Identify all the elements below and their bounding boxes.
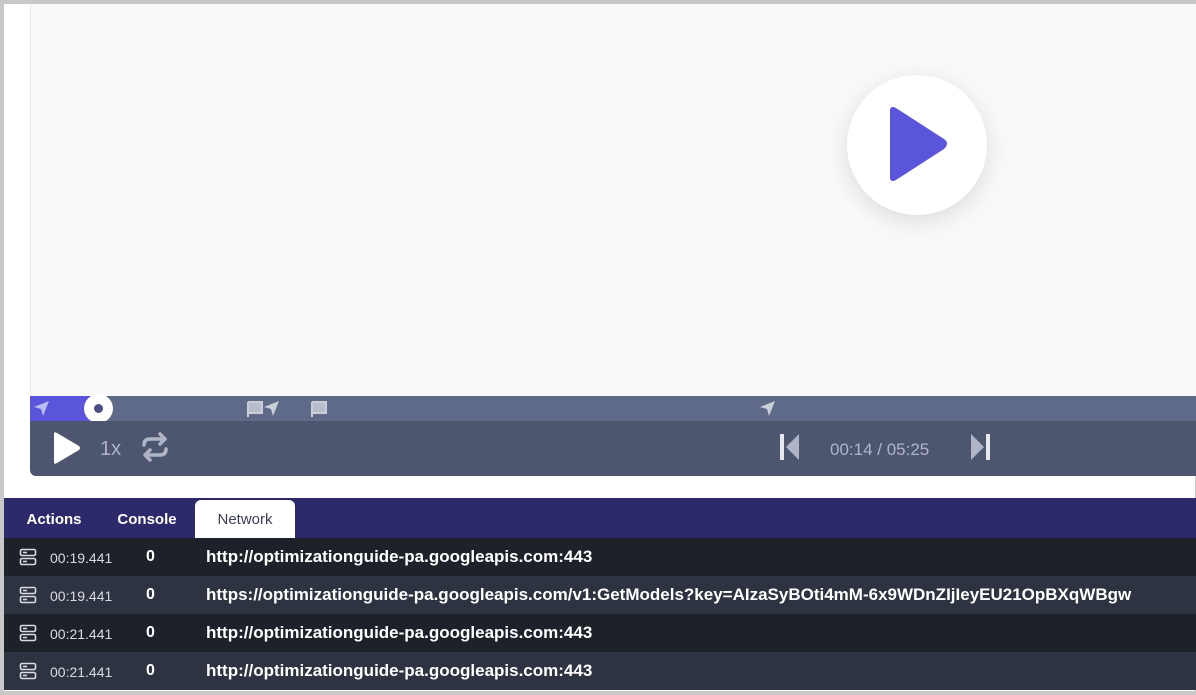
server-icon	[19, 624, 37, 642]
server-icon	[19, 586, 37, 604]
tab-actions[interactable]: Actions	[12, 500, 96, 538]
request-time: 00:19.441	[50, 588, 113, 604]
click-marker-icon	[760, 401, 775, 416]
network-list: 00:19.441 0 http://optimizationguide-pa.…	[4, 538, 1196, 690]
flag-marker-icon	[311, 401, 327, 417]
request-url: http://optimizationguide-pa.googleapis.c…	[206, 661, 593, 680]
tab-network[interactable]: Network	[195, 500, 295, 538]
network-row[interactable]: 00:19.441 0 http://optimizationguide-pa.…	[4, 538, 1196, 576]
big-play-button[interactable]	[847, 75, 987, 215]
request-status: 0	[146, 662, 155, 679]
timeline-handle[interactable]	[84, 394, 113, 423]
request-status: 0	[146, 624, 155, 641]
time-readout: 00:14 / 05:25	[830, 440, 930, 459]
server-icon	[19, 548, 37, 566]
request-time: 00:21.441	[50, 626, 113, 642]
player-controls: 1x 00:14 / 05:25	[30, 421, 1196, 476]
request-time: 00:21.441	[50, 664, 113, 680]
skip-forward-icon[interactable]	[968, 432, 992, 462]
request-url: http://optimizationguide-pa.googleapis.c…	[206, 547, 593, 566]
network-row[interactable]: 00:21.441 0 http://optimizationguide-pa.…	[4, 652, 1196, 690]
tab-console[interactable]: Console	[104, 500, 190, 538]
click-marker-icon	[264, 401, 279, 416]
network-row[interactable]: 00:19.441 0 https://optimizationguide-pa…	[4, 576, 1196, 614]
skip-back-icon[interactable]	[778, 432, 802, 462]
repeat-icon[interactable]	[138, 431, 172, 463]
request-time: 00:19.441	[50, 550, 113, 566]
play-icon[interactable]	[50, 431, 82, 465]
request-status: 0	[146, 586, 155, 603]
playback-speed[interactable]: 1x	[100, 438, 121, 461]
request-url: https://optimizationguide-pa.googleapis.…	[206, 585, 1132, 604]
click-marker-icon	[34, 401, 49, 416]
replay-stage[interactable]	[30, 4, 1196, 396]
devtools-tabs: Actions Console Network	[4, 498, 1196, 538]
timeline-scrubber[interactable]	[30, 394, 1196, 423]
play-icon	[890, 107, 947, 181]
request-status: 0	[146, 548, 155, 565]
network-row[interactable]: 00:21.441 0 http://optimizationguide-pa.…	[4, 614, 1196, 652]
server-icon	[19, 662, 37, 680]
request-url: http://optimizationguide-pa.googleapis.c…	[206, 623, 593, 642]
